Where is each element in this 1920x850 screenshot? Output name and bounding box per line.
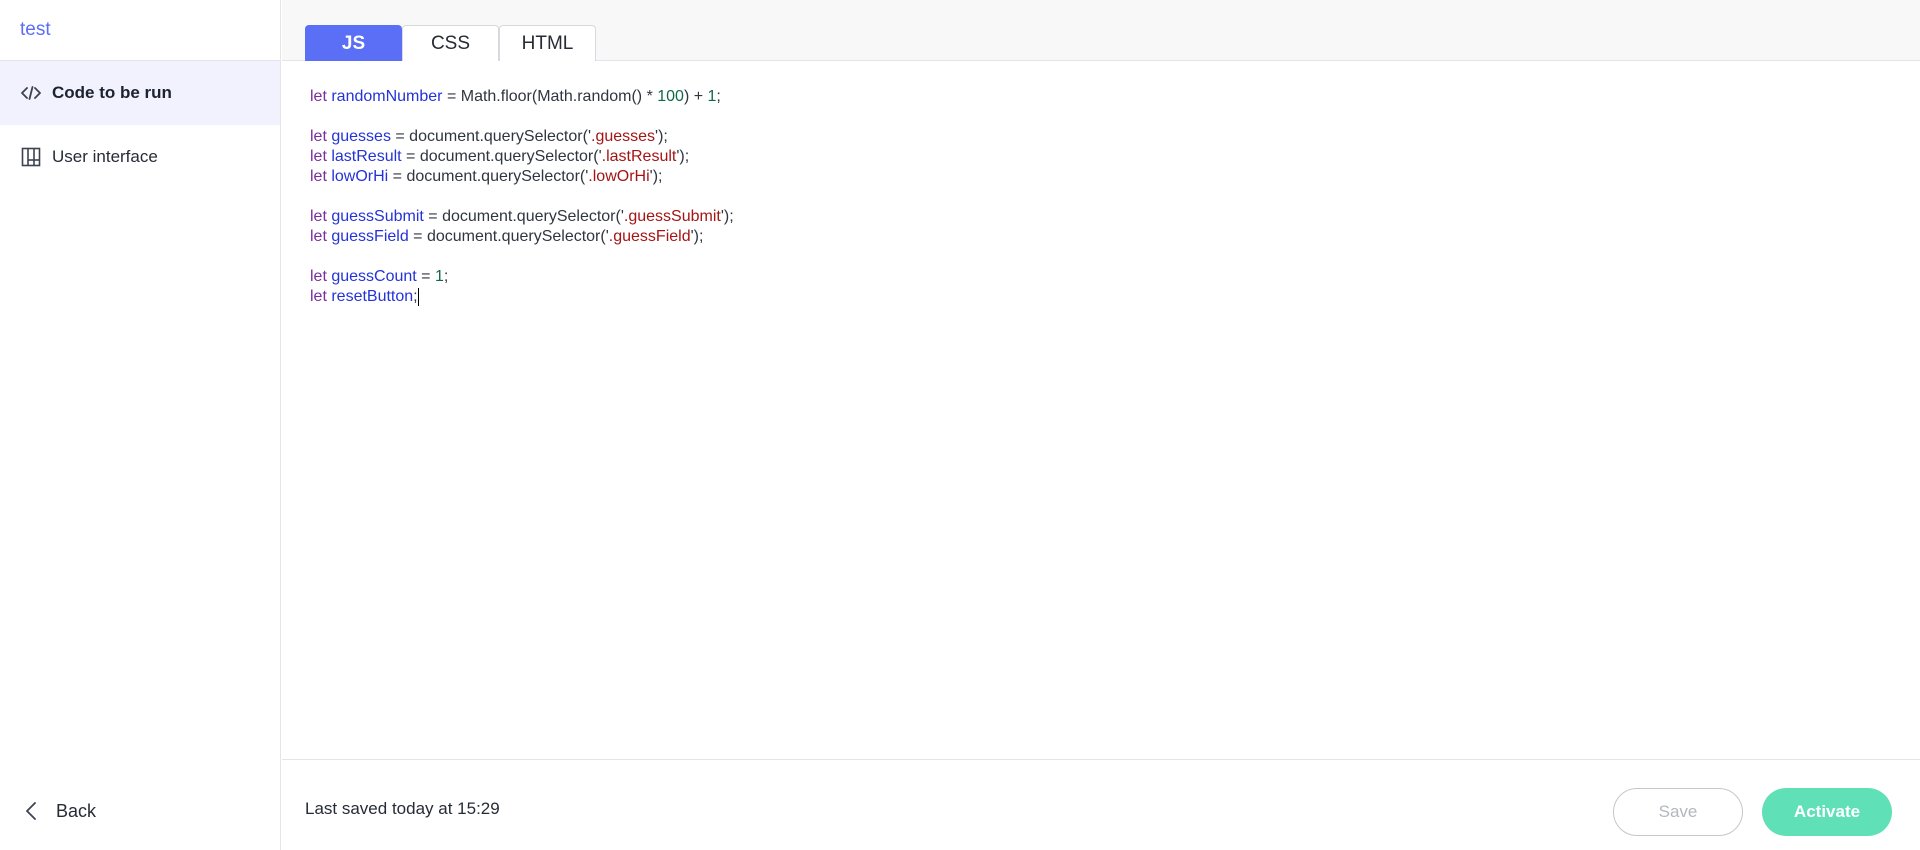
code-token: lastResult	[331, 148, 402, 165]
code-token: guessSubmit	[331, 208, 424, 225]
code-icon	[20, 82, 42, 104]
code-token: .guesses	[591, 128, 656, 145]
sidebar-item-label: Code to be run	[52, 83, 172, 102]
code-token: = document.querySelector(	[408, 228, 606, 245]
layout-icon	[20, 146, 42, 168]
code-token: let	[310, 128, 332, 145]
code-token: .guessSubmit	[623, 208, 721, 225]
code-token: let	[310, 88, 332, 105]
language-tabs: JS CSS HTML	[305, 25, 596, 61]
code-token: let	[310, 168, 332, 185]
code-token: resetButton	[331, 288, 414, 305]
code-token: let	[310, 148, 332, 165]
code-line[interactable]	[310, 187, 1920, 207]
code-token: let	[310, 268, 332, 285]
sidebar-item-user-interface[interactable]: User interface	[0, 125, 280, 189]
project-title: test	[20, 19, 51, 40]
code-line[interactable]: let guessCount = 1;	[310, 267, 1920, 287]
sidebar: test Code to be run User interface Back	[0, 0, 281, 850]
code-line[interactable]: let randomNumber = Math.floor(Math.rando…	[310, 87, 1920, 107]
code-line[interactable]: let resetButton;	[310, 287, 1920, 307]
activate-button[interactable]: Activate	[1762, 788, 1892, 836]
sidebar-header: test	[0, 0, 280, 61]
code-token: = document.querySelector(	[390, 128, 588, 145]
code-token: ');	[649, 168, 663, 185]
code-token: .guessField	[608, 228, 691, 245]
code-token: ');	[720, 208, 734, 225]
sidebar-item-code-to-be-run[interactable]: Code to be run	[0, 61, 280, 125]
code-token: = Math.floor(Math.random() *	[442, 88, 658, 105]
code-line[interactable]	[310, 247, 1920, 267]
code-token: =	[416, 268, 435, 285]
code-token: ');	[690, 228, 704, 245]
code-token: let	[310, 288, 332, 305]
save-button[interactable]: Save	[1613, 788, 1743, 836]
code-token: randomNumber	[331, 88, 443, 105]
footer: Last saved today at 15:29 Save Activate	[282, 761, 1920, 850]
code-token: = document.querySelector(	[388, 168, 586, 185]
tab-html[interactable]: HTML	[499, 25, 596, 61]
code-token: guessField	[331, 228, 409, 245]
back-label: Back	[56, 800, 97, 821]
code-token: = document.querySelector(	[423, 208, 621, 225]
text-cursor	[417, 287, 419, 306]
code-token: = document.querySelector(	[401, 148, 599, 165]
code-line[interactable]: let lastResult = document.querySelector(…	[310, 147, 1920, 167]
code-token: .lowOrHi	[588, 168, 650, 185]
tab-css[interactable]: CSS	[402, 25, 499, 61]
code-token: ');	[655, 128, 668, 145]
code-line[interactable]: let guessField = document.querySelector(…	[310, 227, 1920, 247]
code-token: guessCount	[331, 268, 417, 285]
code-token: let	[310, 228, 332, 245]
code-token: .lastResult	[601, 148, 677, 165]
code-token: let	[310, 208, 332, 225]
code-token: ) +	[683, 88, 708, 105]
code-line[interactable]: let lowOrHi = document.querySelector('.l…	[310, 167, 1920, 187]
code-line[interactable]: let guessSubmit = document.querySelector…	[310, 207, 1920, 227]
back-link[interactable]: Back	[20, 800, 96, 822]
code-token: ;	[443, 268, 449, 285]
code-editor[interactable]: let randomNumber = Math.floor(Math.rando…	[282, 62, 1920, 760]
code-token: ');	[676, 148, 690, 165]
editor-topbar: JS CSS HTML	[282, 0, 1920, 61]
code-token: ;	[716, 88, 721, 105]
code-line[interactable]: let guesses = document.querySelector('.g…	[310, 127, 1920, 147]
code-token: lowOrHi	[331, 168, 389, 185]
saved-status: Last saved today at 15:29	[305, 799, 500, 818]
sidebar-item-label: User interface	[52, 147, 158, 166]
code-token: 1	[434, 268, 444, 285]
code-token: guesses	[331, 128, 391, 145]
tab-js[interactable]: JS	[305, 25, 402, 61]
code-token: 100	[657, 88, 684, 105]
code-line[interactable]	[310, 107, 1920, 127]
chevron-left-icon	[20, 800, 42, 822]
